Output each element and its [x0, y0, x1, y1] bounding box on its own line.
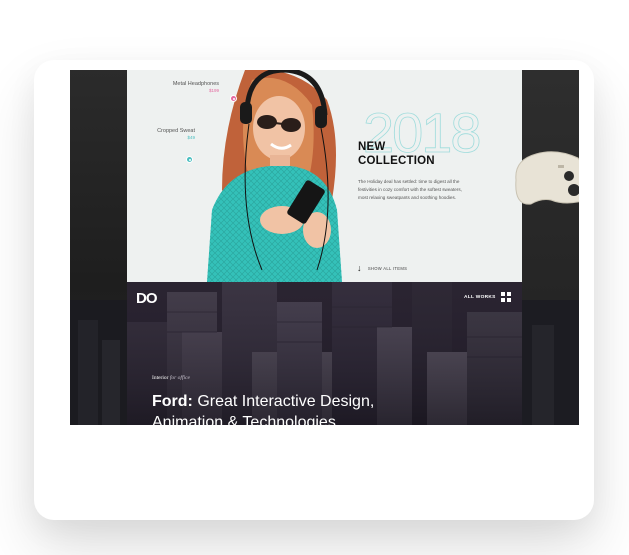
showcase-stage: Metal Headphones $199 Cropped Sweat $49 …	[70, 70, 579, 425]
hotspot-dot-headphones[interactable]	[230, 95, 237, 102]
hotspot-price: $49	[187, 135, 195, 141]
new-collection-slide[interactable]: Metal Headphones $199 Cropped Sweat $49 …	[127, 70, 522, 282]
category-sub: for office	[169, 375, 190, 381]
hotspot-dot-sweat[interactable]	[186, 156, 193, 163]
title-line-2: Animation & Technologies	[152, 413, 336, 425]
project-category: Interior for office	[152, 375, 190, 381]
gamepad-icon	[515, 151, 579, 205]
headline-line-1: NEW	[358, 141, 386, 153]
right-panel-texture	[522, 300, 579, 425]
arrow-down-icon: ↓	[357, 263, 362, 273]
right-side-panel	[522, 70, 579, 425]
hotspot-name: Metal Headphones	[172, 81, 219, 87]
model-photo	[207, 70, 342, 282]
left-panel-texture	[70, 300, 127, 425]
headline-line-2: COLLECTION	[358, 155, 435, 168]
category-main: Interior	[152, 375, 169, 381]
hotspot-label-headphones: Metal Headphones $199	[157, 81, 219, 94]
show-all-label: SHOW ALL ITEMS	[367, 265, 408, 271]
all-works-link[interactable]: ALL WORKS	[464, 295, 496, 300]
hotspot-price: $199	[208, 88, 219, 94]
collection-headline: NEW COLLECTION	[358, 140, 435, 169]
do-logo[interactable]: DO	[136, 290, 157, 307]
collection-description: The Holiday deal has settled: time to di…	[358, 179, 462, 201]
title-line-1: Great Interactive Design,	[197, 393, 375, 410]
project-title[interactable]: Ford: Great Interactive Design, Animatio…	[152, 392, 374, 425]
portfolio-slide[interactable]: DO ALL WORKS Interior for office Ford: G…	[127, 282, 522, 425]
hotspot-name: Cropped Sweat	[157, 128, 195, 134]
grid-menu-icon[interactable]	[501, 292, 511, 302]
hotspot-label-sweat: Cropped Sweat $49	[147, 128, 195, 141]
left-side-panel	[70, 70, 127, 425]
show-all-items-link[interactable]: ↓ SHOW ALL ITEMS	[357, 263, 407, 273]
title-brand: Ford:	[152, 393, 193, 410]
